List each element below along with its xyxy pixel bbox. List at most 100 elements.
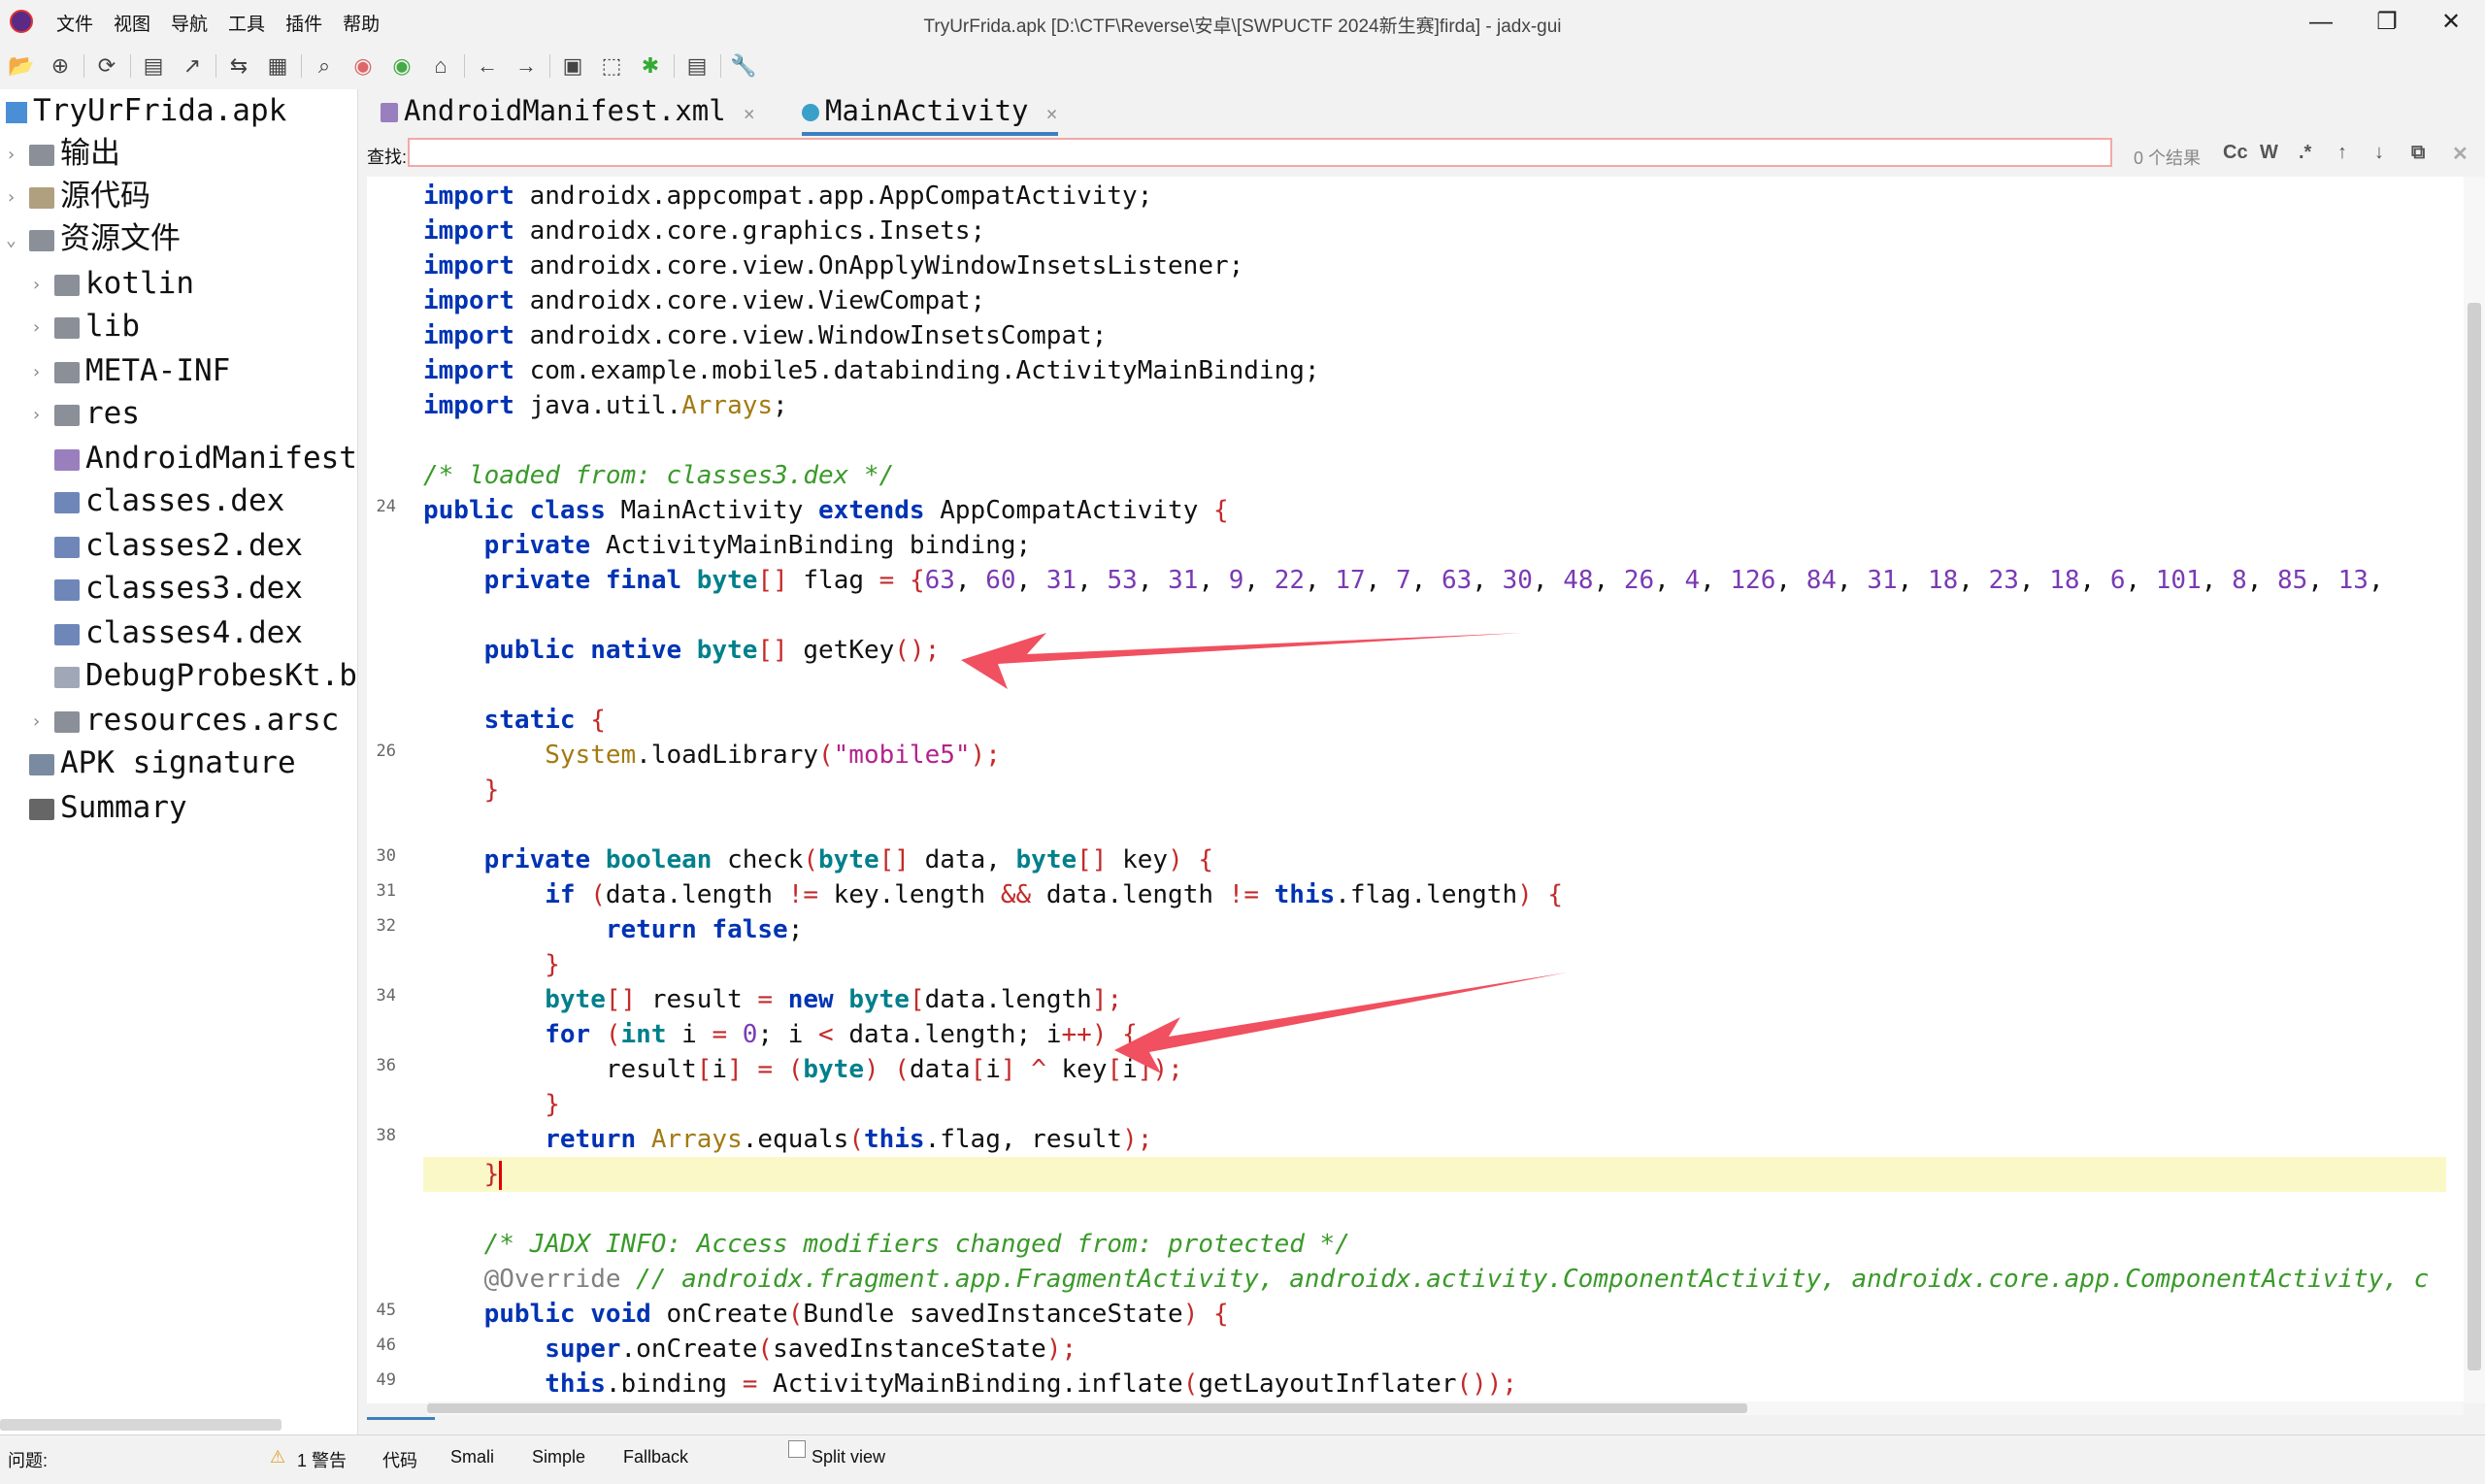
tree-item-debugprobes[interactable]: DebugProbesKt.b [31, 654, 357, 697]
tree-item-apk-signature[interactable]: APK signature [6, 742, 296, 784]
tree-item-res[interactable]: › res [31, 392, 140, 435]
view-tab-smali[interactable]: Smali [450, 1447, 494, 1468]
tree-label: classes.dex [85, 483, 285, 518]
tree-item-sources[interactable]: › 源代码 [6, 175, 150, 217]
back-icon[interactable]: ← [474, 52, 501, 80]
menu-file[interactable]: 文件 [56, 10, 108, 36]
code-editor[interactable]: 24 26 30 31 32 34 36 38 45 46 49 import … [367, 177, 2485, 1403]
tree-item-kotlin[interactable]: › kotlin [31, 262, 194, 305]
split-view-label: Split view [812, 1447, 886, 1467]
tree-item-summary[interactable]: Summary [6, 786, 187, 829]
expand-arrow-icon[interactable]: › [6, 177, 29, 219]
tab-close-icon[interactable]: × [744, 102, 755, 125]
menu-bar: 文件 视图 导航 工具 插件 帮助 [56, 10, 400, 36]
log-viewer-icon[interactable]: ▤ [683, 52, 711, 80]
regex-button[interactable]: .* [2299, 142, 2311, 164]
expand-arrow-icon[interactable]: › [31, 351, 54, 394]
add-files-icon[interactable]: ⊕ [47, 52, 74, 80]
tree-label: res [85, 396, 140, 431]
next-match-icon[interactable]: ↓ [2374, 142, 2384, 164]
match-case-button[interactable]: Cc [2223, 142, 2248, 164]
folder-icon [54, 316, 80, 339]
toolbar-separator [549, 54, 550, 78]
tree-item-resources[interactable]: ⌄ 资源文件 [6, 217, 181, 260]
tree-item-androidmanifest[interactable]: AndroidManifest [31, 437, 357, 479]
search-icon[interactable]: ⌕ [311, 52, 338, 80]
vertical-scrollbar[interactable] [2464, 177, 2485, 1403]
sync-tree-icon[interactable]: ⇆ [225, 52, 252, 80]
search-input[interactable] [408, 138, 2112, 167]
usage-search-icon[interactable]: ◉ [388, 52, 415, 80]
view-tab-code[interactable]: 代码 [382, 1447, 417, 1472]
flatten-packages-icon[interactable]: ▦ [264, 52, 291, 80]
tree-item-resources-arsc[interactable]: › resources.arsc [31, 699, 339, 742]
expand-arrow-icon[interactable]: › [31, 394, 54, 437]
export-icon[interactable]: ↗ [179, 52, 206, 80]
tab-mainactivity[interactable]: MainActivity × [802, 89, 1058, 136]
minimize-button[interactable]: — [2287, 4, 2355, 41]
expand-arrow-icon[interactable]: › [31, 307, 54, 349]
menu-tools[interactable]: 工具 [228, 10, 280, 36]
open-file-icon[interactable]: 📂 [8, 52, 35, 80]
previous-match-icon[interactable]: ↑ [2337, 142, 2347, 164]
close-search-icon[interactable]: ✕ [2452, 142, 2468, 166]
menu-help[interactable]: 帮助 [343, 10, 394, 36]
tree-label: classes4.dex [85, 615, 303, 650]
whole-word-button[interactable]: W [2260, 142, 2278, 164]
save-icon[interactable]: ▤ [140, 52, 167, 80]
maximize-button[interactable]: ❐ [2353, 4, 2421, 41]
dex-file-icon [54, 578, 80, 601]
vertical-scroll-thumb[interactable] [2468, 303, 2481, 1370]
expand-arrow-icon[interactable]: › [31, 701, 54, 743]
debug-icon[interactable]: ✱ [637, 52, 664, 80]
search-label: 查找: [367, 148, 408, 167]
class-icon [802, 104, 819, 121]
toolbar-separator [130, 54, 131, 78]
bookmark-icon[interactable]: ⬚ [598, 52, 625, 80]
preferences-icon[interactable]: 🔧 [730, 52, 757, 80]
search-result-count: 0 个结果 [2134, 148, 2202, 168]
panel-splitter[interactable] [358, 89, 366, 1435]
expand-arrow-icon[interactable]: › [31, 264, 54, 307]
menu-navigation[interactable]: 导航 [171, 10, 222, 36]
mark-all-icon[interactable]: ⧉ [2411, 142, 2425, 164]
manifest-file-icon [381, 103, 398, 122]
apk-icon [6, 101, 27, 123]
folder-icon [54, 404, 80, 426]
search-bar: 查找: 0 个结果 Cc W .* ↑ ↓ ⧉ ✕ [367, 136, 2485, 175]
forward-icon[interactable]: → [513, 52, 540, 80]
summary-icon [29, 798, 54, 820]
tree-item-classes-dex[interactable]: classes.dex [31, 479, 284, 522]
menu-plugins[interactable]: 插件 [285, 10, 337, 36]
editor-tabs: AndroidManifest.xml × MainActivity × [367, 89, 2485, 136]
tree-item-classes3-dex[interactable]: classes3.dex [31, 567, 303, 610]
horizontal-scrollbar[interactable] [427, 1402, 2464, 1415]
arrow-annotation-getkey [961, 633, 1522, 689]
tab-close-icon[interactable]: × [1046, 102, 1058, 125]
split-view-checkbox[interactable] [788, 1440, 806, 1458]
expand-arrow-icon[interactable]: › [6, 134, 29, 177]
tree-horizontal-scrollbar[interactable] [0, 1419, 282, 1431]
tree-label: DebugProbesKt.b [85, 658, 357, 693]
title-bar: 文件 视图 导航 工具 插件 帮助 TryUrFrida.apk [D:\CTF… [0, 0, 2485, 45]
view-tab-fallback[interactable]: Fallback [623, 1447, 688, 1468]
quark-icon[interactable]: ▣ [559, 52, 586, 80]
toolbar: 📂 ⊕ ⟳ ▤ ↗ ⇆ ▦ ⌕ ◉ ◉ ⌂ ← → ▣ ⬚ ✱ ▤ 🔧 [0, 45, 2485, 89]
menu-view[interactable]: 视图 [114, 10, 165, 36]
reload-icon[interactable]: ⟳ [93, 52, 120, 80]
view-tab-simple[interactable]: Simple [532, 1447, 585, 1468]
tree-label: AndroidManifest [85, 441, 357, 476]
tree-item-lib[interactable]: › lib [31, 305, 140, 347]
tree-item-classes2-dex[interactable]: classes2.dex [31, 524, 303, 567]
tree-item-meta-inf[interactable]: › META-INF [31, 349, 230, 392]
horizontal-scroll-thumb[interactable] [427, 1403, 1747, 1413]
tree-item-output[interactable]: › 输出 [6, 132, 120, 175]
tab-androidmanifest[interactable]: AndroidManifest.xml × [381, 89, 755, 132]
close-window-button[interactable]: ✕ [2417, 4, 2485, 41]
tree-root-apk[interactable]: TryUrFrida.apk [6, 89, 286, 132]
tree-item-classes4-dex[interactable]: classes4.dex [31, 611, 303, 654]
collapse-arrow-icon[interactable]: ⌄ [6, 219, 29, 262]
home-icon[interactable]: ⌂ [427, 52, 454, 80]
warnings-count[interactable]: 1 警告 [297, 1447, 347, 1472]
find-class-icon[interactable]: ◉ [349, 52, 377, 80]
